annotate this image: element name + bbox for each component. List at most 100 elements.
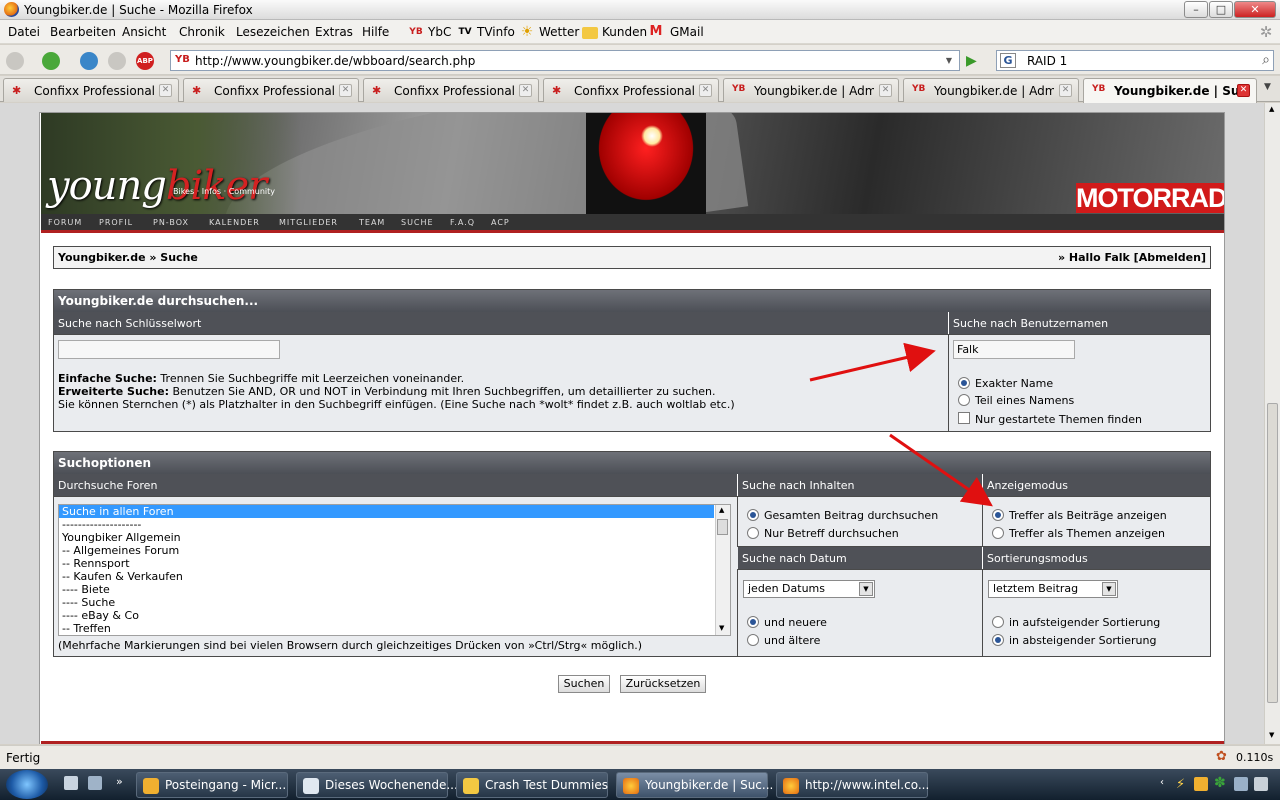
switch-windows-icon[interactable]	[88, 776, 102, 790]
site-favicon: YB	[175, 54, 190, 65]
arrow-to-username	[809, 342, 936, 382]
menu-chronik[interactable]: Chronik	[179, 25, 225, 39]
stop-icon[interactable]	[108, 52, 126, 70]
mail-icon	[303, 778, 319, 794]
tab-close-icon[interactable]: ✕	[1059, 84, 1072, 97]
start-button[interactable]	[6, 770, 48, 799]
go-icon[interactable]: ▶	[966, 53, 977, 69]
search-icon[interactable]: ⌕	[1262, 52, 1270, 68]
status-bar: Fertig ✿ 0.110s	[0, 745, 1280, 769]
task-label: Crash Test Dummies	[485, 778, 608, 792]
firefox-icon	[783, 778, 799, 794]
folder-icon	[463, 778, 479, 794]
bookmark-wetter[interactable]: Wetter	[539, 25, 579, 39]
firefox-icon	[4, 2, 19, 17]
tvinfo-icon: TV	[458, 27, 472, 37]
url-bar[interactable]: YB http://www.youngbiker.de/wbboard/sear…	[170, 50, 960, 71]
bookmark-tvinfo[interactable]: TVinfo	[477, 25, 515, 39]
menu-hilfe[interactable]: Hilfe	[362, 25, 389, 39]
tab-admin-2[interactable]: YB Youngbiker.de | Admi... ✕	[903, 78, 1079, 102]
tab-close-icon[interactable]: ✕	[339, 84, 352, 97]
tab-label: Youngbiker.de | Admi...	[754, 84, 874, 98]
adblock-icon[interactable]: ABP	[136, 52, 154, 70]
firefox-icon	[623, 778, 639, 794]
bookmark-ybc[interactable]: YbC	[428, 25, 451, 39]
task-label: Youngbiker.de | Suc...	[645, 778, 774, 792]
tab-label: Youngbiker.de | Suche	[1114, 84, 1240, 98]
task-folder[interactable]: Crash Test Dummies	[456, 772, 608, 798]
outlook-icon	[143, 778, 159, 794]
reload-icon[interactable]	[80, 52, 98, 70]
tab-close-icon[interactable]: ✕	[159, 84, 172, 97]
window-title: Youngbiker.de | Suche - Mozilla Firefox	[24, 3, 253, 17]
window-titlebar: Youngbiker.de | Suche - Mozilla Firefox …	[0, 0, 1280, 20]
tab-admin-1[interactable]: YB Youngbiker.de | Admi... ✕	[723, 78, 899, 102]
tray-mail-icon[interactable]	[1194, 777, 1208, 791]
forward-icon[interactable]	[42, 52, 60, 70]
tray-lightning-icon[interactable]: ⚡	[1176, 777, 1185, 792]
google-icon[interactable]: G	[1000, 53, 1016, 68]
menu-datei[interactable]: Datei	[8, 25, 40, 39]
navigation-toolbar: ABP YB http://www.youngbiker.de/wbboard/…	[0, 45, 1280, 75]
minimize-button[interactable]: –	[1184, 1, 1208, 18]
tab-label: Confixx Professional	[574, 84, 694, 98]
menu-ansicht[interactable]: Ansicht	[122, 25, 166, 39]
tab-confixx-1[interactable]: ✱ Confixx Professional ✕	[3, 78, 179, 102]
page-viewport: youngbiker Bikes · Infos · Community MOT…	[0, 103, 1264, 744]
folder-icon	[582, 27, 598, 39]
tab-suche[interactable]: YB Youngbiker.de | Suche✕	[1083, 78, 1257, 103]
confixx-icon: ✱	[12, 84, 22, 97]
tray-network-icon[interactable]	[1234, 777, 1248, 791]
firebug-icon[interactable]: ✿	[1216, 749, 1227, 764]
tray-volume-icon[interactable]	[1254, 777, 1268, 791]
scroll-down-icon[interactable]: ▼	[1269, 731, 1274, 739]
youngbiker-icon: YB	[1092, 84, 1106, 94]
tab-strip: ✱ Confixx Professional ✕ ✱ Confixx Professi…	[0, 76, 1280, 103]
youngbiker-icon: YB	[912, 84, 926, 94]
menu-bar: Datei Bearbeiten Ansicht Chronik Lesezei…	[0, 20, 1280, 44]
tray-messenger-icon[interactable]: ✽	[1214, 775, 1226, 791]
back-icon[interactable]	[6, 52, 24, 70]
tab-close-icon[interactable]: ✕	[519, 84, 532, 97]
scroll-up-icon[interactable]: ▲	[1269, 105, 1274, 113]
throbber-icon: ✲	[1259, 23, 1273, 41]
confixx-icon: ✱	[192, 84, 202, 97]
url-dropdown-icon[interactable]: ▼	[941, 52, 957, 69]
search-input[interactable]: G RAID 1 ⌕	[996, 50, 1274, 71]
menu-lesezeichen[interactable]: Lesezeichen	[236, 25, 310, 39]
menu-bearbeiten[interactable]: Bearbeiten	[50, 25, 116, 39]
confixx-icon: ✱	[552, 84, 562, 97]
tab-close-icon[interactable]: ✕	[699, 84, 712, 97]
task-mail[interactable]: Dieses Wochenende...	[296, 772, 458, 798]
task-label: Dieses Wochenende...	[325, 778, 458, 792]
tab-confixx-2[interactable]: ✱ Confixx Professional ✕	[183, 78, 359, 102]
menu-extras[interactable]: Extras	[315, 25, 353, 39]
task-label: Posteingang - Micr...	[165, 778, 287, 792]
tab-label: Confixx Professional	[394, 84, 514, 98]
gmail-icon: M	[649, 24, 663, 39]
load-time: 0.110s	[1236, 751, 1274, 764]
tray-expand-icon[interactable]: ‹	[1160, 777, 1164, 788]
tab-label: Confixx Professional	[34, 84, 154, 98]
arrow-to-display-mode	[889, 433, 993, 507]
task-outlook[interactable]: Posteingang - Micr...	[136, 772, 288, 798]
maximize-button[interactable]: □	[1209, 1, 1233, 18]
quicklaunch-more-icon[interactable]: »	[116, 775, 123, 788]
task-firefox-youngbiker[interactable]: Youngbiker.de | Suc...	[616, 772, 773, 798]
tab-confixx-4[interactable]: ✱ Confixx Professional ✕	[543, 78, 719, 102]
sun-icon: ☀	[520, 24, 534, 40]
youngbiker-icon: YB	[732, 84, 746, 94]
bookmark-kunden[interactable]: Kunden	[602, 25, 647, 39]
tab-close-icon[interactable]: ✕	[1237, 84, 1250, 97]
tab-list-icon[interactable]: ▼	[1264, 82, 1271, 92]
page-scrollbar[interactable]: ▲ ▼	[1264, 103, 1280, 744]
bookmark-gmail[interactable]: GMail	[670, 25, 704, 39]
tab-confixx-3[interactable]: ✱ Confixx Professional ✕	[363, 78, 539, 102]
show-desktop-icon[interactable]	[64, 776, 78, 790]
search-value: RAID 1	[1027, 54, 1068, 68]
tab-close-icon[interactable]: ✕	[879, 84, 892, 97]
status-text: Fertig	[6, 751, 41, 765]
scroll-thumb[interactable]	[1267, 403, 1278, 703]
task-firefox-intel[interactable]: http://www.intel.co...	[776, 772, 929, 798]
close-button[interactable]: ✕	[1234, 1, 1276, 18]
